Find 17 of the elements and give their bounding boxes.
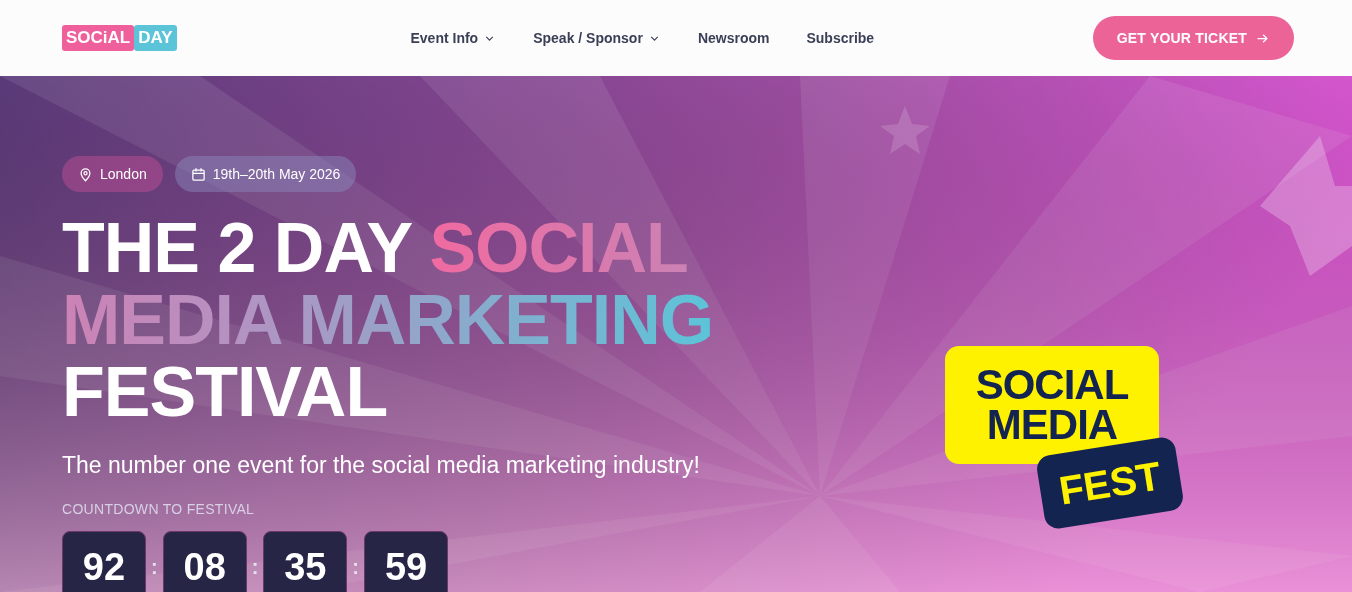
countdown-digits: 59 xyxy=(364,531,448,592)
countdown-digits: 92 xyxy=(62,531,146,592)
separator: : xyxy=(251,555,259,579)
nav-link[interactable]: Speak / Sponsor xyxy=(514,30,680,46)
nav-link[interactable]: Subscribe xyxy=(787,30,893,46)
countdown-digits: 08 xyxy=(162,531,247,592)
tag-text: 19th–20th May 2026 xyxy=(212,166,341,182)
location-pin-icon xyxy=(78,166,93,182)
tag-text: London xyxy=(100,166,147,182)
separator: : xyxy=(151,555,158,579)
calendar-icon xyxy=(190,166,206,182)
countdown-digits: 35 xyxy=(263,531,348,592)
badge-text: SOCIAL xyxy=(975,365,1129,405)
separator: : xyxy=(352,555,359,579)
countdown-label: COUNTDOWN TO FESTIVAL xyxy=(62,501,256,517)
nav-link[interactable]: Event Info xyxy=(392,30,515,46)
nav-link[interactable]: Newsroom xyxy=(679,30,788,46)
